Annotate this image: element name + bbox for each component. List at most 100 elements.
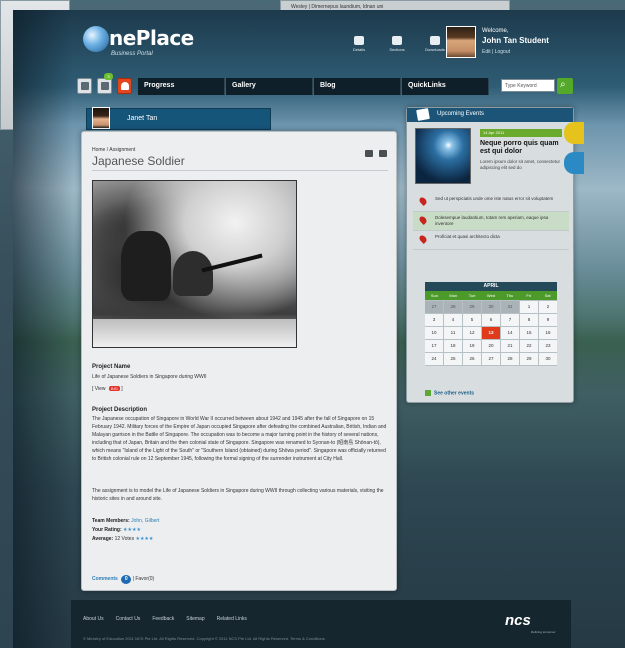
calendar-day[interactable]: 5 [463, 314, 481, 326]
email-icon[interactable] [379, 150, 387, 157]
calendar-weekday: Sat [544, 293, 551, 298]
calendar-day[interactable]: 30 [482, 301, 500, 313]
view-button[interactable]: BIG [108, 386, 120, 391]
footer-link[interactable]: Contact Us [116, 616, 141, 622]
calendar-day[interactable]: 12 [463, 327, 481, 339]
page-title: Japanese Soldier [92, 154, 185, 168]
team-members: Team Members: John, Gilbert [92, 518, 159, 524]
tab-progress[interactable]: Progress [138, 78, 225, 95]
search-input[interactable]: Type Keyword [501, 79, 555, 92]
calendar-day[interactable]: 28 [444, 301, 462, 313]
calendar-day[interactable]: 13 [482, 327, 500, 339]
calendar-day[interactable]: 29 [463, 301, 481, 313]
assignment-panel: Home / Assignment Japanese Soldier Proje… [81, 131, 397, 591]
alert-button[interactable] [117, 78, 132, 94]
calendar-day[interactable]: 24 [425, 353, 443, 365]
calendar-day[interactable]: 10 [425, 327, 443, 339]
calendar-day[interactable]: 28 [501, 353, 519, 365]
assignment-text: The assignment is to model the Life of J… [92, 488, 384, 502]
header-icon-sections[interactable]: Sections [384, 36, 410, 52]
footer-link[interactable]: About Us [83, 616, 104, 622]
calendar-day[interactable]: 19 [463, 340, 481, 352]
home-icon [354, 36, 364, 45]
calendar-day[interactable]: 31 [501, 301, 519, 313]
calendar-day[interactable]: 14 [501, 327, 519, 339]
calendar-day[interactable]: 8 [520, 314, 538, 326]
footer-link[interactable]: Related Links [217, 616, 247, 622]
calendar-day[interactable]: 23 [539, 340, 557, 352]
calendar-day[interactable]: 27 [482, 353, 500, 365]
calendar-day[interactable]: 1 [520, 301, 538, 313]
team-link[interactable]: John, Gilbert [131, 518, 159, 524]
calendar-weekday: Thu [506, 293, 514, 298]
tab-blog[interactable]: Blog [314, 78, 401, 95]
calendar-day[interactable]: 6 [482, 314, 500, 326]
calendar-day[interactable]: 9 [539, 314, 557, 326]
calendar-button[interactable] [77, 78, 92, 94]
ncs-logo[interactable]: ncs [505, 612, 531, 629]
header-icon-details[interactable]: Details [346, 36, 372, 52]
calendar-day[interactable]: 26 [463, 353, 481, 365]
calendar-day[interactable]: 25 [444, 353, 462, 365]
see-all-events-link[interactable]: See other events [425, 390, 474, 396]
calendar-day[interactable]: 16 [539, 327, 557, 339]
main-nav: 3 Progress Gallery Blog QuickLinks Type … [71, 73, 591, 97]
calendar-day[interactable]: 2 [539, 301, 557, 313]
footer-link[interactable]: Feedback [152, 616, 174, 622]
calendar-day[interactable]: 17 [425, 340, 443, 352]
footer-link[interactable]: Sitemap [186, 616, 204, 622]
calendar-day[interactable]: 15 [520, 327, 538, 339]
rating-stars[interactable]: ★★★★ [123, 527, 141, 533]
event-item[interactable]: Proficiat et quasi architecto dicta [413, 231, 569, 250]
calendar-grid: 27 28 29 30 31 1 2 3 4 5 6 7 8 9 10 11 12 13 14 15 16 17 18 19 2… [425, 300, 557, 366]
event-item[interactable]: Sed ut perspiciatis unde ome iste natus … [413, 193, 569, 212]
header-icon-downloads[interactable]: Downloads [422, 36, 448, 52]
mini-calendar: APRIL Sun Mon Tue Wed Thu Fri Sat 27 28 29 30 31 1 2… [425, 282, 557, 366]
user-links[interactable]: Edit | Logout [482, 49, 510, 55]
search-button[interactable] [557, 78, 573, 94]
logo[interactable]: nePlace Business Portal [83, 24, 213, 64]
ncs-tagline: Defining tomorrow [531, 630, 556, 634]
profile-strip: Janet Tan [86, 107, 271, 130]
calendar-day[interactable]: 18 [444, 340, 462, 352]
calendar-day[interactable]: 22 [520, 340, 538, 352]
panel-actions [365, 150, 387, 157]
calendar-day[interactable]: 7 [501, 314, 519, 326]
featured-event-date: 14 Apr 2011 [480, 129, 562, 137]
calendar-day[interactable]: 27 [425, 301, 443, 313]
calendar-day[interactable]: 20 [482, 340, 500, 352]
calendar-day[interactable]: 30 [539, 353, 557, 365]
header-icon-label: Sections [389, 47, 405, 52]
project-name-label: Project Name [92, 364, 131, 370]
view-end: ] [121, 386, 123, 392]
project-photo[interactable] [92, 180, 297, 348]
view-label: [ View [92, 386, 106, 392]
featured-event-title[interactable]: Neque porro quis quam est qui dolor [480, 140, 568, 156]
calendar-weekday: Fri [526, 293, 532, 298]
favor-link[interactable]: | Favor(0) [133, 576, 155, 582]
calendar-day[interactable]: 11 [444, 327, 462, 339]
profile-avatar[interactable] [92, 107, 110, 129]
featured-event-image[interactable] [415, 128, 471, 184]
tab-gallery[interactable]: Gallery [226, 78, 313, 95]
average-votes: 12 Votes [114, 536, 135, 542]
calendar-day[interactable]: 3 [425, 314, 443, 326]
event-item[interactable]: Dolesempue laudantium, totam rem aperiam… [413, 212, 569, 231]
tab-quicklinks[interactable]: QuickLinks [402, 78, 489, 95]
comments-link[interactable]: Comments [92, 576, 118, 582]
calendar-day[interactable]: 29 [520, 353, 538, 365]
average-label: Average: [92, 536, 114, 542]
print-icon[interactable] [365, 150, 373, 157]
photo-figure [173, 251, 213, 296]
photo-figure [121, 231, 171, 301]
avatar[interactable] [446, 26, 476, 58]
bell-icon [121, 82, 129, 90]
calendar-day[interactable]: 4 [444, 314, 462, 326]
globe-icon [83, 26, 109, 52]
footer: About Us Contact Us Feedback Sitemap Related… [71, 600, 571, 648]
mail-button[interactable] [97, 78, 112, 94]
breadcrumb[interactable]: Home / Assignment [92, 147, 135, 153]
upcoming-title: Upcoming Events [437, 111, 485, 117]
user-name: John Tan Student [482, 36, 549, 45]
calendar-day[interactable]: 21 [501, 340, 519, 352]
